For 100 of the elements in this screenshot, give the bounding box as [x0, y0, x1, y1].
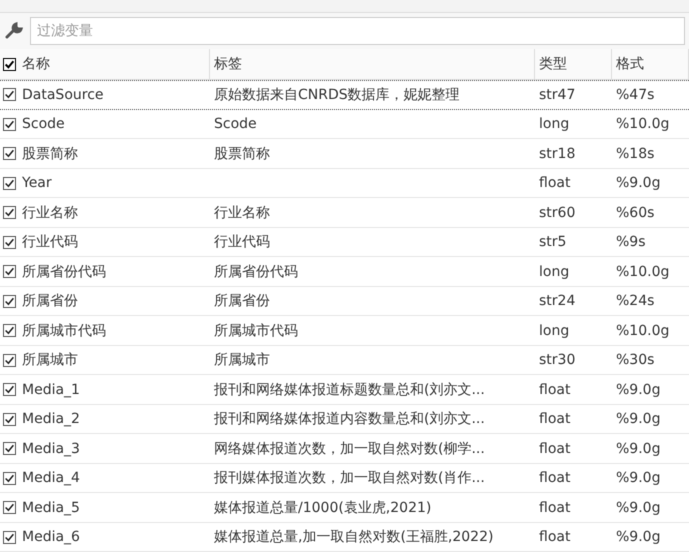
variable-type: float — [539, 382, 570, 398]
checkbox[interactable] — [3, 501, 16, 514]
variable-format: %9.0g — [616, 382, 660, 398]
variable-type: long — [539, 264, 570, 280]
variable-label: 网络媒体报道次数，加一取自然对数(柳学... — [214, 440, 485, 458]
column-header[interactable]: 名称 — [22, 55, 50, 73]
variable-label: 行业代码 — [214, 233, 270, 252]
variable-type: long — [539, 116, 570, 132]
variable-row[interactable]: Media_5 媒体报道总量/1000(袁业虎,2021) float %9.0g — [0, 493, 689, 522]
variable-type: float — [539, 440, 570, 457]
variable-type: float — [539, 500, 570, 516]
checkbox[interactable] — [3, 530, 16, 544]
variable-name: DataSource — [22, 86, 104, 103]
variable-type: str24 — [539, 293, 576, 310]
variable-type: str60 — [539, 204, 576, 221]
variable-row[interactable]: 行业代码 行业代码 str5 %9s — [0, 228, 689, 257]
variable-type: float — [539, 470, 570, 486]
variable-name: 行业代码 — [22, 233, 78, 252]
variable-label: Scode — [214, 116, 257, 132]
variable-format: %9.0g — [616, 440, 660, 457]
variable-label: 所属城市代码 — [214, 322, 298, 340]
variable-type: float — [539, 529, 570, 546]
checkbox[interactable] — [3, 412, 16, 426]
variable-row[interactable]: Scode Scode long %10.0g — [0, 110, 689, 139]
column-header[interactable]: 标签 — [214, 55, 242, 73]
variable-format: %9s — [616, 234, 646, 250]
variable-row[interactable]: Media_4 报刊媒体报道次数，加一取自然对数(肖作... float %9.0g — [0, 464, 689, 493]
variable-name: 行业名称 — [22, 204, 78, 222]
variable-label: 所属省份 — [214, 292, 270, 310]
checkbox[interactable] — [3, 294, 16, 308]
variable-row[interactable]: DataSource 原始数据来自CNRDS数据库，妮妮整理 str47 %47s — [0, 80, 689, 110]
variable-row[interactable]: Media_6 媒体报道总量,加一取自然对数(王福胜,2022) float %9.0g — [0, 522, 689, 552]
variable-name: Media_4 — [22, 470, 80, 486]
variable-label: 行业名称 — [214, 204, 270, 222]
column-header[interactable]: 格式 — [616, 55, 644, 73]
variable-format: %24s — [616, 293, 654, 310]
variable-row[interactable]: 股票简称 股票简称 str18 %18s — [0, 139, 689, 168]
variable-type: str5 — [539, 234, 566, 250]
variable-name: Media_2 — [22, 411, 80, 428]
variable-row[interactable]: 所属省份代码 所属省份代码 long %10.0g — [0, 257, 689, 286]
variable-type: str47 — [539, 86, 576, 103]
variable-row[interactable]: Media_2 报刊和网络媒体报道内容数量总和(刘亦文... float %9.0g — [0, 404, 689, 434]
variable-label: 媒体报道总量,加一取自然对数(王福胜,2022) — [214, 528, 494, 546]
variable-format: %9.0g — [616, 470, 660, 486]
variable-name: 所属城市代码 — [22, 322, 106, 340]
column-header[interactable]: 类型 — [539, 55, 567, 73]
variable-label: 所属省份代码 — [214, 262, 298, 281]
checkbox[interactable] — [3, 354, 16, 367]
variable-row[interactable]: Media_1 报刊和网络媒体报道标题数量总和(刘亦文... float %9.0g — [0, 375, 689, 404]
checkbox[interactable] — [3, 147, 16, 160]
filter-field[interactable]: 过滤变量 — [30, 17, 685, 45]
variable-format: %47s — [616, 86, 654, 103]
variable-name: 股票简称 — [22, 144, 78, 163]
checkbox[interactable] — [3, 442, 16, 456]
variable-format: %9.0g — [616, 500, 660, 516]
select-all-checkbox[interactable] — [3, 58, 16, 70]
variable-format: %9.0g — [616, 529, 660, 546]
variable-format: %30s — [616, 352, 654, 368]
variable-format: %9.0g — [616, 175, 660, 192]
checkbox[interactable] — [3, 118, 16, 131]
variable-type: float — [539, 411, 570, 428]
variable-name: Media_5 — [22, 500, 80, 516]
variable-format: %10.0g — [616, 322, 670, 339]
variable-name: Media_3 — [22, 440, 80, 457]
checkbox[interactable] — [3, 206, 16, 220]
variable-row[interactable]: 所属省份 所属省份 str24 %24s — [0, 286, 689, 316]
variable-name: 所属省份 — [22, 292, 78, 310]
variable-name: 所属省份代码 — [22, 262, 106, 281]
variable-format: %18s — [616, 146, 654, 162]
variable-row[interactable]: 所属城市代码 所属城市代码 long %10.0g — [0, 316, 689, 346]
variable-format: %10.0g — [616, 116, 670, 132]
wrench-icon[interactable] — [4, 21, 24, 41]
variable-label: 媒体报道总量/1000(袁业虎,2021) — [214, 498, 432, 517]
variable-label: 报刊和网络媒体报道标题数量总和(刘亦文... — [214, 380, 485, 399]
checkbox[interactable] — [3, 472, 16, 485]
checkbox[interactable] — [3, 88, 16, 102]
variable-label: 股票简称 — [214, 144, 270, 163]
variable-label: 原始数据来自CNRDS数据库，妮妮整理 — [214, 86, 460, 104]
checkbox[interactable] — [3, 383, 16, 396]
checkbox[interactable] — [3, 176, 16, 190]
variable-name: Media_1 — [22, 382, 80, 398]
checkbox[interactable] — [3, 265, 16, 278]
checkbox[interactable] — [3, 324, 16, 338]
variable-name: Year — [22, 175, 52, 192]
variable-type: str30 — [539, 352, 576, 368]
checkbox[interactable] — [3, 236, 16, 249]
variable-row[interactable]: 行业名称 行业名称 str60 %60s — [0, 198, 689, 228]
variable-format: %60s — [616, 204, 654, 221]
variable-name: 所属城市 — [22, 351, 78, 370]
variable-label: 报刊和网络媒体报道内容数量总和(刘亦文... — [214, 410, 485, 428]
variable-row[interactable]: Media_3 网络媒体报道次数，加一取自然对数(柳学... float %9.0g — [0, 434, 689, 464]
variable-label: 报刊媒体报道次数，加一取自然对数(肖作... — [214, 469, 485, 488]
variable-type: float — [539, 175, 570, 192]
variable-name: Scode — [22, 116, 65, 132]
variable-name: Media_6 — [22, 529, 80, 546]
variable-row[interactable]: 所属城市 所属城市 str30 %30s — [0, 346, 689, 375]
variable-row[interactable]: Year float %9.0g — [0, 168, 689, 198]
variable-format: %9.0g — [616, 411, 660, 428]
variable-type: str18 — [539, 146, 576, 162]
variable-label: 所属城市 — [214, 351, 270, 370]
